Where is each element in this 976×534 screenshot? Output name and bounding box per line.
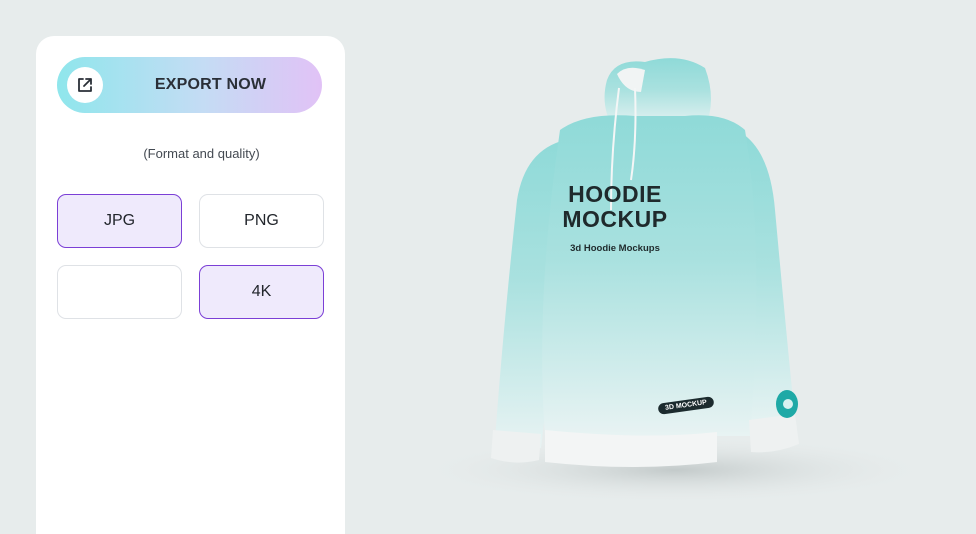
hoodie-image (415, 58, 935, 504)
quality-option-empty[interactable] (57, 265, 182, 319)
export-panel: EXPORT NOW (Format and quality) JPG PNG … (36, 36, 345, 534)
format-quality-subtitle: (Format and quality) (143, 146, 260, 161)
export-now-button[interactable]: EXPORT NOW (57, 57, 322, 113)
export-button-label: EXPORT NOW (154, 76, 267, 93)
hoodie-print-subtitle: 3d Hoodie Mockups (570, 243, 660, 254)
hoodie-title-line2: MOCKUP (562, 206, 668, 232)
quality-option-4k[interactable]: 4K (199, 265, 324, 319)
format-option-png[interactable]: PNG (199, 194, 324, 248)
format-option-jpg[interactable]: JPG (57, 194, 182, 248)
hoodie-title-line1: HOODIE (568, 181, 662, 207)
hoodie-print-title: HOODIE MOCKUP (560, 182, 670, 232)
hoodie-preview: HOODIE MOCKUP 3d Hoodie Mockups 3D MOCKU… (345, 0, 976, 534)
